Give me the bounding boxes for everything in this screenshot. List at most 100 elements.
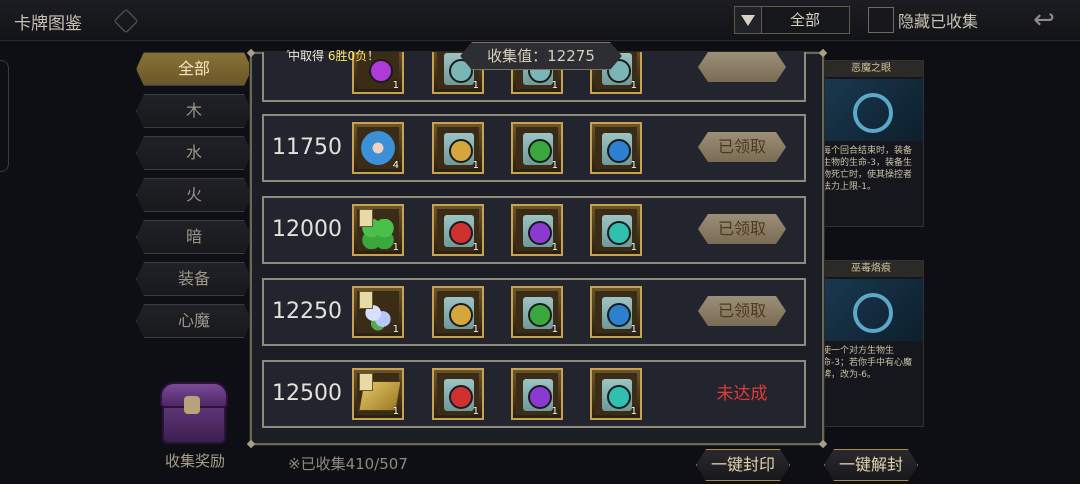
hide-collected-checkbox[interactable] xyxy=(868,7,894,33)
scroll-gem-icon xyxy=(449,385,473,409)
scroll-gem-icon xyxy=(528,221,552,245)
category-tab[interactable]: 木 xyxy=(136,94,252,128)
category-sidebar: 全部木水火暗装备心魔 xyxy=(134,52,254,346)
card-badge-icon xyxy=(359,291,373,309)
reward-item-slot[interactable]: 1 xyxy=(590,204,642,256)
category-tab[interactable]: 装备 xyxy=(136,262,252,296)
item-quantity: 1 xyxy=(551,406,558,417)
reward-item-slot[interactable]: 1 xyxy=(590,286,642,338)
side-panel-tab[interactable] xyxy=(0,60,9,172)
card-name: 巫毒烙痕 xyxy=(819,261,923,277)
reward-threshold-value: 12250 xyxy=(272,299,342,324)
claimed-button[interactable]: 已领取 xyxy=(698,296,786,326)
reward-row: 11750 4 1 1 1 已领取 xyxy=(262,114,806,182)
category-tab[interactable]: 水 xyxy=(136,136,252,170)
category-tab[interactable]: 暗 xyxy=(136,220,252,254)
item-quantity: 1 xyxy=(551,324,558,335)
reward-list[interactable]: 1 1 1 1 11750 4 1 1 1 已领取 12000 1 1 1 1 已领取 12250 1 1 1 1 已领取… xyxy=(258,52,812,438)
reward-item-slot[interactable]: 1 xyxy=(432,204,484,256)
scroll-gem-icon xyxy=(528,139,552,163)
reward-item-slot[interactable]: 1 xyxy=(432,286,484,338)
item-quantity: 1 xyxy=(392,242,399,253)
corner-ornament xyxy=(818,439,828,449)
scroll-gem-icon xyxy=(607,221,631,245)
scroll-icon xyxy=(444,215,474,247)
card-tile[interactable]: 恶魔之眼 每个回合结束时，装备生物的生命-3，装备生物死亡时，使其操控者法力上限… xyxy=(818,60,924,227)
scroll-gem-icon xyxy=(607,385,631,409)
item-quantity: 4 xyxy=(392,160,399,171)
scroll-gem-icon xyxy=(449,221,473,245)
reward-item-slot[interactable]: 1 xyxy=(352,286,404,338)
reward-threshold-value: 12500 xyxy=(272,381,342,406)
reward-item-slot[interactable]: 1 xyxy=(432,368,484,420)
scroll-gem-icon xyxy=(607,303,631,327)
scroll-gem-icon xyxy=(607,139,631,163)
reward-item-slot[interactable]: 1 xyxy=(432,122,484,174)
top-bar: 卡牌图鉴 全部 隐藏已收集 ↩ xyxy=(0,0,1080,41)
scroll-icon xyxy=(523,133,553,165)
card-tile[interactable]: 巫毒烙痕 使一个对方生物生命-3；若你手中有心魔牌，改为-6。 xyxy=(818,260,924,427)
flame-orb-icon xyxy=(361,131,395,165)
corner-ornament xyxy=(246,439,256,449)
category-tab[interactable]: 心魔 xyxy=(136,304,252,338)
item-quantity: 1 xyxy=(630,242,637,253)
unseal-all-button[interactable]: 一键解封 xyxy=(824,449,918,481)
scroll-icon xyxy=(444,297,474,329)
reward-threshold-value: 11750 xyxy=(272,135,342,160)
claimed-button[interactable]: 已领取 xyxy=(698,132,786,162)
page-title: 卡牌图鉴 xyxy=(14,14,82,34)
card-description: 每个回合结束时，装备生物的生命-3，装备生物死亡时，使其操控者法力上限-1。 xyxy=(822,146,913,192)
item-quantity: 1 xyxy=(472,406,479,417)
reward-item-slot[interactable]: 1 xyxy=(511,204,563,256)
reward-row: 12000 1 1 1 1 已领取 xyxy=(262,196,806,264)
reward-item-slot[interactable]: 1 xyxy=(590,122,642,174)
collect-reward-chest-icon[interactable] xyxy=(156,378,228,448)
notice-prefix: 中取得 xyxy=(288,49,325,63)
scroll-gem-icon xyxy=(528,385,552,409)
claimed-button[interactable]: 已领取 xyxy=(698,214,786,244)
filter-selected-value[interactable]: 全部 xyxy=(761,7,849,33)
item-quantity: 1 xyxy=(472,324,479,335)
reward-item-slot[interactable]: 1 xyxy=(352,368,404,420)
reward-threshold-value: 12000 xyxy=(272,217,342,242)
collection-value-title: 收集值：12275 xyxy=(460,42,622,70)
card-description: 使一个对方生物生命-3；若你手中有心魔牌，改为-6。 xyxy=(822,346,912,380)
reward-item-slot[interactable]: 1 xyxy=(352,204,404,256)
notice-highlight: 6胜0负 xyxy=(327,49,368,63)
category-tab[interactable]: 全部 xyxy=(136,52,252,86)
claimed-button[interactable] xyxy=(698,52,786,82)
card-deck-icon xyxy=(113,8,139,34)
battle-notice: ⷧ中取得 6胜0负！ xyxy=(288,47,379,64)
category-filter-dropdown[interactable]: 全部 xyxy=(734,6,850,34)
reward-item-slot[interactable]: 1 xyxy=(511,368,563,420)
reward-item-slot[interactable]: 1 xyxy=(511,122,563,174)
reward-item-slot[interactable]: 4 xyxy=(352,122,404,174)
card-art xyxy=(819,279,923,341)
scroll-icon xyxy=(523,215,553,247)
collected-count-text: ※已收集410/507 xyxy=(288,455,408,473)
item-quantity: 1 xyxy=(392,80,399,91)
unreached-status: 未达成 xyxy=(716,384,768,404)
collect-reward-label[interactable]: 收集奖励 xyxy=(150,450,240,471)
hide-collected-label[interactable]: 隐藏已收集 xyxy=(898,8,978,32)
scroll-icon xyxy=(602,379,632,411)
seal-all-button[interactable]: 一键封印 xyxy=(696,449,790,481)
scroll-gem-icon xyxy=(528,303,552,327)
item-quantity: 1 xyxy=(630,80,637,91)
item-quantity: 1 xyxy=(472,242,479,253)
scroll-icon xyxy=(602,215,632,247)
scroll-icon xyxy=(523,297,553,329)
notice-suffix: ！ xyxy=(367,49,380,63)
reward-row: 12250 1 1 1 1 已领取 xyxy=(262,278,806,346)
item-quantity: 1 xyxy=(630,406,637,417)
card-badge-icon xyxy=(359,373,373,391)
item-quantity: 1 xyxy=(472,80,479,91)
reward-item-slot[interactable]: 1 xyxy=(590,368,642,420)
reward-row: 12500 1 1 1 1 未达成 xyxy=(262,360,806,428)
scroll-icon xyxy=(523,379,553,411)
category-tab[interactable]: 火 xyxy=(136,178,252,212)
scroll-icon xyxy=(444,379,474,411)
back-arrow-icon[interactable]: ↩ xyxy=(1024,6,1064,34)
dropdown-arrow-icon[interactable] xyxy=(735,7,762,33)
reward-item-slot[interactable]: 1 xyxy=(511,286,563,338)
